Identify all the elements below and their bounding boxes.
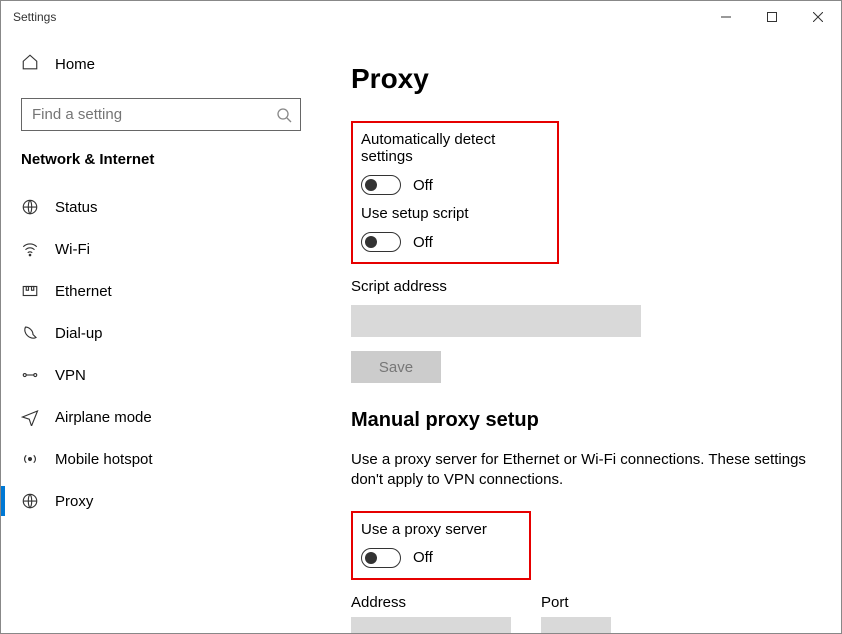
main-content: Proxy Automatically detect settings Off … (321, 33, 841, 633)
sidebar-item-label: Airplane mode (55, 409, 152, 426)
sidebar-item-label: Status (55, 199, 98, 216)
sidebar-item-hotspot[interactable]: Mobile hotspot (1, 438, 321, 480)
highlight-box-auto: Automatically detect settings Off Use se… (351, 121, 559, 264)
hotspot-icon (21, 450, 39, 468)
script-address-input[interactable] (351, 305, 641, 337)
setup-script-toggle[interactable] (361, 232, 401, 252)
sidebar-item-dialup[interactable]: Dial-up (1, 312, 321, 354)
titlebar: Settings (1, 1, 841, 33)
sidebar-section-header: Network & Internet (1, 151, 321, 186)
sidebar-home-label: Home (55, 56, 95, 73)
airplane-icon (21, 408, 39, 426)
proxy-server-state: Off (413, 549, 433, 566)
save-button[interactable]: Save (351, 351, 441, 383)
port-label: Port (541, 594, 611, 611)
search-box[interactable] (21, 98, 301, 131)
manual-setup-desc: Use a proxy server for Ethernet or Wi-Fi… (351, 450, 811, 491)
maximize-button[interactable] (749, 1, 795, 33)
sidebar-item-label: Mobile hotspot (55, 451, 153, 468)
sidebar-item-label: Dial-up (55, 325, 103, 342)
address-label: Address (351, 594, 511, 611)
sidebar-item-label: Proxy (55, 493, 93, 510)
status-icon (21, 198, 39, 216)
auto-detect-state: Off (413, 177, 433, 194)
sidebar-item-wifi[interactable]: Wi-Fi (1, 228, 321, 270)
proxy-icon (21, 492, 39, 510)
address-input[interactable] (351, 617, 511, 634)
setup-script-label: Use setup script (361, 205, 543, 222)
auto-detect-toggle[interactable] (361, 175, 401, 195)
home-icon (21, 53, 39, 76)
minimize-button[interactable] (703, 1, 749, 33)
close-button[interactable] (795, 1, 841, 33)
sidebar-item-status[interactable]: Status (1, 186, 321, 228)
script-address-label: Script address (351, 278, 811, 295)
search-icon (276, 107, 292, 123)
sidebar-item-airplane[interactable]: Airplane mode (1, 396, 321, 438)
highlight-box-proxy: Use a proxy server Off (351, 511, 531, 580)
sidebar: Home Network & Internet Status Wi-Fi Eth… (1, 33, 321, 633)
sidebar-home[interactable]: Home (1, 43, 321, 86)
manual-setup-title: Manual proxy setup (351, 409, 811, 432)
sidebar-item-label: VPN (55, 367, 86, 384)
proxy-server-toggle[interactable] (361, 548, 401, 568)
proxy-server-label: Use a proxy server (361, 521, 515, 538)
auto-detect-label: Automatically detect settings (361, 131, 543, 165)
setup-script-state: Off (413, 234, 433, 251)
wifi-icon (21, 240, 39, 258)
port-input[interactable] (541, 617, 611, 634)
sidebar-item-proxy[interactable]: Proxy (1, 480, 321, 522)
sidebar-item-ethernet[interactable]: Ethernet (1, 270, 321, 312)
sidebar-item-label: Wi-Fi (55, 241, 90, 258)
window-title: Settings (13, 10, 703, 24)
sidebar-item-vpn[interactable]: VPN (1, 354, 321, 396)
search-input[interactable] (32, 106, 276, 123)
page-title: Proxy (351, 63, 811, 95)
ethernet-icon (21, 282, 39, 300)
dialup-icon (21, 324, 39, 342)
vpn-icon (21, 366, 39, 384)
sidebar-item-label: Ethernet (55, 283, 112, 300)
